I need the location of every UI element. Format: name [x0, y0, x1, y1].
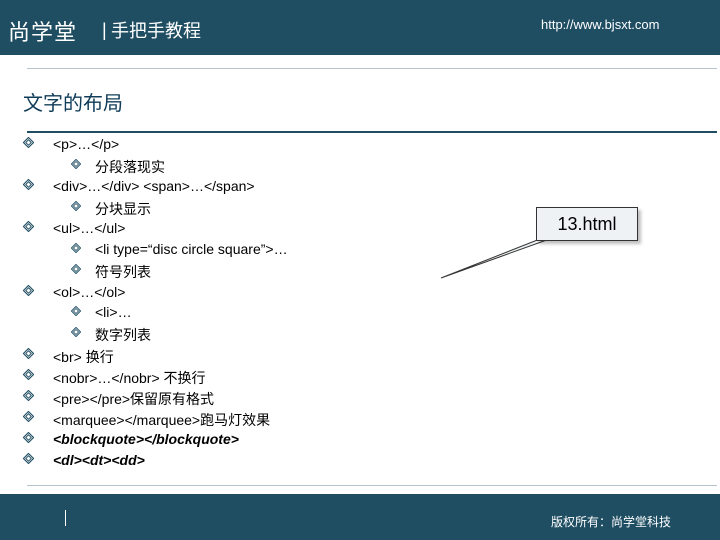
- callout-pointer: [440, 236, 556, 279]
- copyright-text: 版权所有：尚学堂科技: [551, 515, 672, 529]
- footer-bar: 版权所有：尚学堂科技: [0, 494, 720, 540]
- footer-divider: [65, 510, 66, 526]
- callout-box: 13.html: [536, 207, 638, 241]
